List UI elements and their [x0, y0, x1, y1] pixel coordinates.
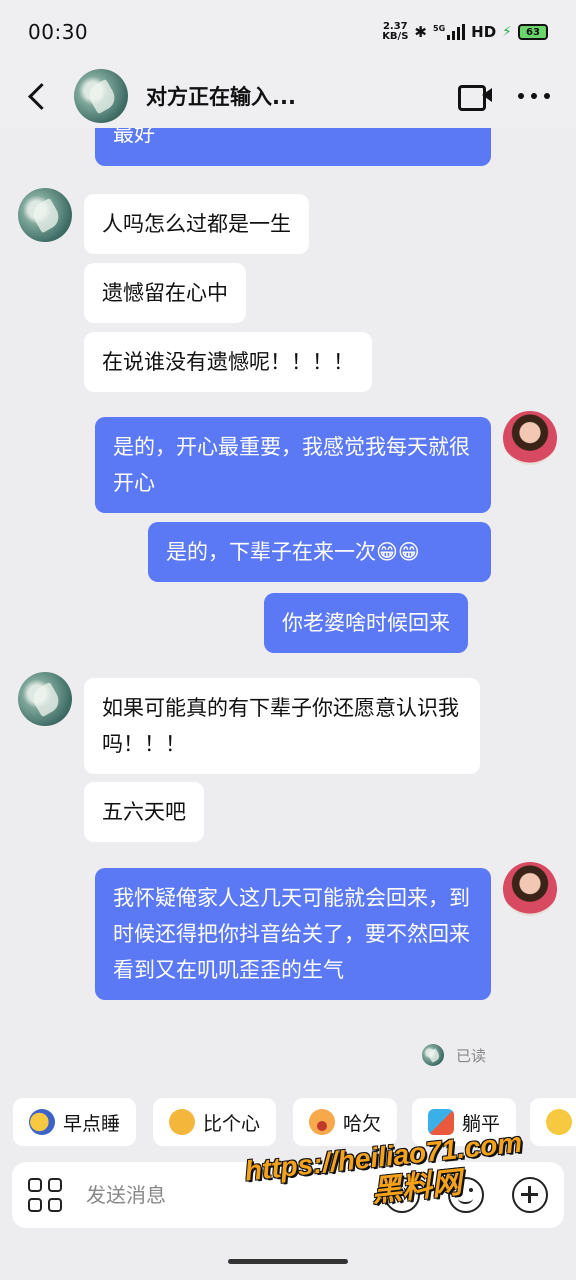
- quick-reply-label: 哈欠: [343, 1112, 382, 1135]
- message-bubble-out[interactable]: 是的，开心最重要，我感觉我每天就很开心: [95, 417, 491, 513]
- hd-indicator: HD: [471, 23, 497, 41]
- net-speed: 2.37 KB/S: [382, 22, 408, 42]
- heart-hands-emoji-icon: [169, 1109, 195, 1135]
- message-bubble-in[interactable]: 如果可能真的有下辈子你还愿意认识我吗！！！: [84, 678, 480, 774]
- contact-avatar[interactable]: [74, 69, 128, 123]
- yawn-emoji-icon: [309, 1109, 335, 1135]
- status-icons: 2.37 KB/S ✱ 5G HD ⚡ 63: [382, 22, 548, 42]
- home-indicator[interactable]: [228, 1259, 348, 1264]
- message-bubble-in[interactable]: 人吗怎么过都是一生: [84, 194, 309, 254]
- quick-reply-sleep[interactable]: 早点睡: [13, 1098, 137, 1146]
- contact-avatar[interactable]: [18, 188, 72, 242]
- message-bubble-out[interactable]: 我怀疑俺家人这几天可能就会回来，到时候还得把你抖音给关了，要不然回来看到又在叽叽…: [95, 868, 491, 1000]
- message-bubble-out[interactable]: 你老婆啥时候回来: [264, 593, 468, 653]
- lie-flat-emoji-icon: [428, 1109, 454, 1135]
- message-bubble-out[interactable]: 最好: [95, 128, 491, 166]
- emoji-icon: [546, 1109, 572, 1135]
- read-status: 已读: [456, 1046, 487, 1065]
- sleep-emoji-icon: [29, 1109, 55, 1135]
- quick-reply-yawn[interactable]: 哈欠: [293, 1098, 398, 1146]
- more-icon[interactable]: [518, 84, 550, 108]
- my-avatar[interactable]: [503, 411, 557, 465]
- charging-icon: ⚡: [502, 24, 512, 40]
- quick-reply-label: 早点睡: [63, 1112, 121, 1135]
- signal-icon: 5G: [433, 24, 466, 40]
- net-speed-unit: KB/S: [382, 31, 409, 42]
- battery-level: 63: [526, 26, 540, 38]
- apps-grid-icon[interactable]: [28, 1178, 62, 1212]
- message-list: 最好 人吗怎么过都是一生 遗憾留在心中 在说谁没有遗憾呢！！！！ 是的，开心最重…: [0, 128, 576, 1083]
- quick-reply-heart[interactable]: 比个心: [153, 1098, 277, 1146]
- read-receipt: 已读: [422, 1044, 486, 1066]
- battery-icon: 63: [518, 24, 548, 40]
- video-call-icon[interactable]: [458, 84, 492, 111]
- message-bubble-out[interactable]: 是的，下辈子在来一次😁😁: [148, 522, 491, 582]
- message-bubble-in[interactable]: 在说谁没有遗憾呢！！！！: [84, 332, 372, 392]
- network-type: 5G: [433, 24, 446, 33]
- chat-title: 对方正在输入...: [146, 85, 296, 109]
- my-avatar[interactable]: [503, 862, 557, 916]
- bluetooth-icon: ✱: [414, 23, 427, 41]
- chat-header: 对方正在输入...: [0, 64, 576, 128]
- quick-reply-label: 比个心: [203, 1112, 261, 1135]
- back-icon[interactable]: [24, 82, 52, 110]
- status-bar: 00:30 2.37 KB/S ✱ 5G HD ⚡ 63: [0, 0, 576, 64]
- message-bubble-in[interactable]: 五六天吧: [84, 782, 204, 842]
- quick-reply-more[interactable]: [530, 1098, 576, 1146]
- read-avatar: [422, 1044, 444, 1066]
- contact-avatar[interactable]: [18, 672, 72, 726]
- status-time: 00:30: [28, 20, 89, 44]
- message-bubble-in[interactable]: 遗憾留在心中: [84, 263, 246, 323]
